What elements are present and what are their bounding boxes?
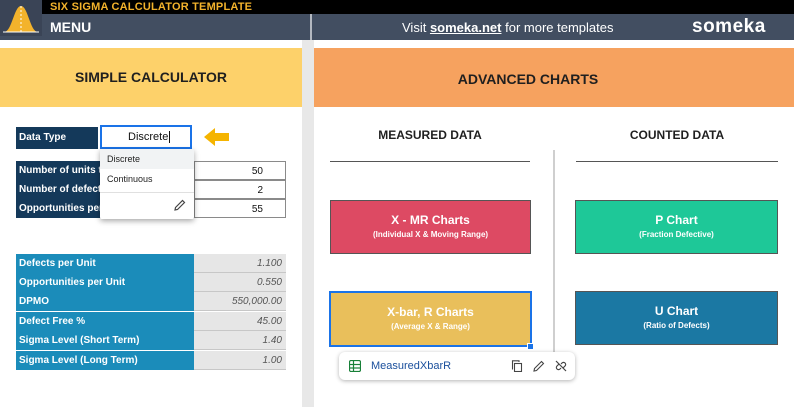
measured-data-heading: MEASURED DATA	[378, 128, 482, 142]
p-chart-button[interactable]: P Chart (Fraction Defective)	[575, 200, 778, 254]
advanced-charts-header: ADVANCED CHARTS	[314, 48, 794, 107]
edit-icon[interactable]	[533, 360, 545, 372]
result-value: 1.00	[194, 351, 286, 370]
data-type-dropdown: Discrete Continuous	[100, 149, 194, 219]
units-value[interactable]: 50	[194, 161, 286, 180]
data-type-select[interactable]: Discrete	[100, 125, 192, 149]
menu-bar	[0, 14, 794, 40]
selected-drawing-outline	[329, 291, 532, 347]
result-label: Sigma Level (Short Term)	[16, 331, 194, 350]
arrow-left-icon	[204, 128, 229, 146]
sheets-icon	[349, 360, 361, 372]
measured-underline	[330, 161, 530, 162]
header-divider	[310, 14, 312, 40]
template-title: SIX SIGMA CALCULATOR TEMPLATE	[50, 1, 253, 13]
someka-link[interactable]: someka.net	[430, 20, 502, 35]
resize-handle[interactable]	[527, 343, 534, 350]
option-continuous[interactable]: Continuous	[100, 169, 194, 189]
pencil-icon[interactable]	[174, 199, 186, 211]
counted-underline	[576, 161, 778, 162]
result-label: Defects per Unit	[16, 254, 194, 273]
data-type-label: Data Type	[16, 127, 98, 149]
result-value: 0.550	[194, 273, 286, 292]
link-chip: MeasuredXbarR	[339, 352, 575, 380]
simple-calculator-header: SIMPLE CALCULATOR	[0, 48, 302, 107]
result-label: Sigma Level (Long Term)	[16, 351, 194, 370]
copy-icon[interactable]	[511, 360, 523, 372]
linked-range-name[interactable]: MeasuredXbarR	[371, 352, 451, 380]
u-chart-button[interactable]: U Chart (Ratio of Defects)	[575, 291, 778, 345]
unlink-icon[interactable]	[555, 360, 567, 372]
counted-data-heading: COUNTED DATA	[629, 128, 725, 142]
result-value: 45.00	[194, 312, 286, 331]
result-label: Defect Free %	[16, 312, 194, 331]
brand-logo[interactable]: someka	[692, 14, 766, 40]
dropdown-separator	[100, 192, 194, 193]
option-discrete[interactable]: Discrete	[100, 149, 194, 169]
opportunities-value[interactable]: 55	[194, 199, 286, 218]
visit-text: Visit someka.net for more templates	[402, 20, 614, 35]
column-divider	[553, 150, 555, 358]
result-value: 550,000.00	[194, 292, 286, 311]
result-label: DPMO	[16, 292, 194, 311]
spreadsheet-page: SIX SIGMA CALCULATOR TEMPLATE MENU Visit…	[0, 0, 794, 407]
menu-button[interactable]: MENU	[50, 14, 91, 40]
x-mr-charts-button[interactable]: X - MR Charts (Individual X & Moving Ran…	[330, 200, 531, 254]
bell-curve-icon	[3, 6, 39, 33]
result-label: Opportunities per Unit	[16, 273, 194, 292]
result-value: 1.100	[194, 254, 286, 273]
defects-value[interactable]: 2	[194, 180, 286, 199]
result-value: 1.40	[194, 331, 286, 350]
app-logo	[0, 0, 42, 36]
